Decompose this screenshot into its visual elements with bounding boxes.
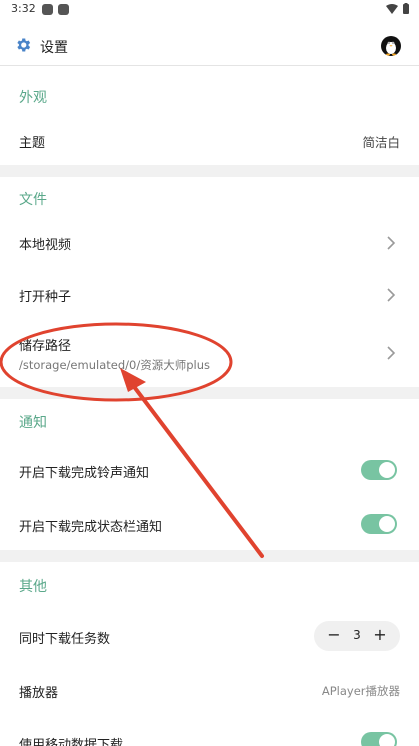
battery-icon [403, 3, 409, 14]
concurrent-downloads-stepper: − 3 + [314, 621, 400, 651]
theme-label: 主题 [19, 136, 46, 151]
mobile-data-toggle[interactable] [361, 732, 397, 746]
local-video-row[interactable]: 本地视频 [0, 218, 419, 268]
concurrent-downloads-row: 同时下载任务数 − 3 + [0, 608, 419, 664]
notification-icon [58, 4, 69, 15]
concurrent-downloads-label: 同时下载任务数 [19, 632, 111, 647]
storage-path-value: /storage/emulated/0/资源大师plus [19, 358, 210, 372]
chevron-right-icon [387, 236, 396, 250]
theme-row[interactable]: 主题 简洁白 [0, 116, 419, 164]
ringtone-notify-toggle[interactable] [361, 460, 397, 480]
page-title: 设置 [40, 40, 68, 56]
ringtone-notify-label: 开启下载完成铃声通知 [19, 466, 150, 481]
section-title-files: 文件 [19, 192, 47, 208]
open-torrent-row[interactable]: 打开种子 [0, 268, 419, 320]
open-torrent-label: 打开种子 [19, 290, 72, 305]
settings-screen: 3:32 设置 外观 主题 简洁白 文件 本地视频 打开种子 储存路径 /sto… [0, 0, 419, 746]
status-bar: 3:32 [0, 0, 419, 20]
storage-path-row[interactable]: 储存路径 /storage/emulated/0/资源大师plus [0, 320, 419, 386]
section-divider [0, 387, 419, 399]
statusbar-notify-label: 开启下载完成状态栏通知 [19, 520, 163, 535]
section-title-appearance: 外观 [19, 90, 47, 106]
player-label: 播放器 [19, 686, 59, 701]
statusbar-notify-row: 开启下载完成状态栏通知 [0, 496, 419, 550]
chevron-right-icon [387, 346, 396, 360]
mobile-data-row: 使用移动数据下载 [0, 716, 419, 746]
section-divider [0, 550, 419, 562]
mobile-data-label: 使用移动数据下载 [19, 738, 124, 746]
storage-path-label: 储存路径 [19, 339, 72, 354]
player-row[interactable]: 播放器 APlayer播放器 [0, 664, 419, 716]
ringtone-notify-row: 开启下载完成铃声通知 [0, 444, 419, 496]
app-bar: 设置 [0, 28, 419, 66]
penguin-avatar-icon[interactable] [381, 36, 401, 56]
section-title-notifications: 通知 [19, 415, 47, 431]
wifi-icon [386, 3, 398, 14]
local-video-label: 本地视频 [19, 238, 72, 253]
notification-icon [42, 4, 53, 15]
status-icons [386, 3, 409, 14]
increment-button[interactable]: + [370, 625, 390, 644]
theme-value: 简洁白 [362, 135, 400, 150]
gear-icon [17, 38, 31, 52]
status-time: 3:32 [11, 2, 36, 15]
player-value: APlayer播放器 [321, 684, 400, 698]
chevron-right-icon [387, 288, 396, 302]
section-title-other: 其他 [19, 579, 47, 595]
section-divider [0, 165, 419, 177]
statusbar-notify-toggle[interactable] [361, 514, 397, 534]
